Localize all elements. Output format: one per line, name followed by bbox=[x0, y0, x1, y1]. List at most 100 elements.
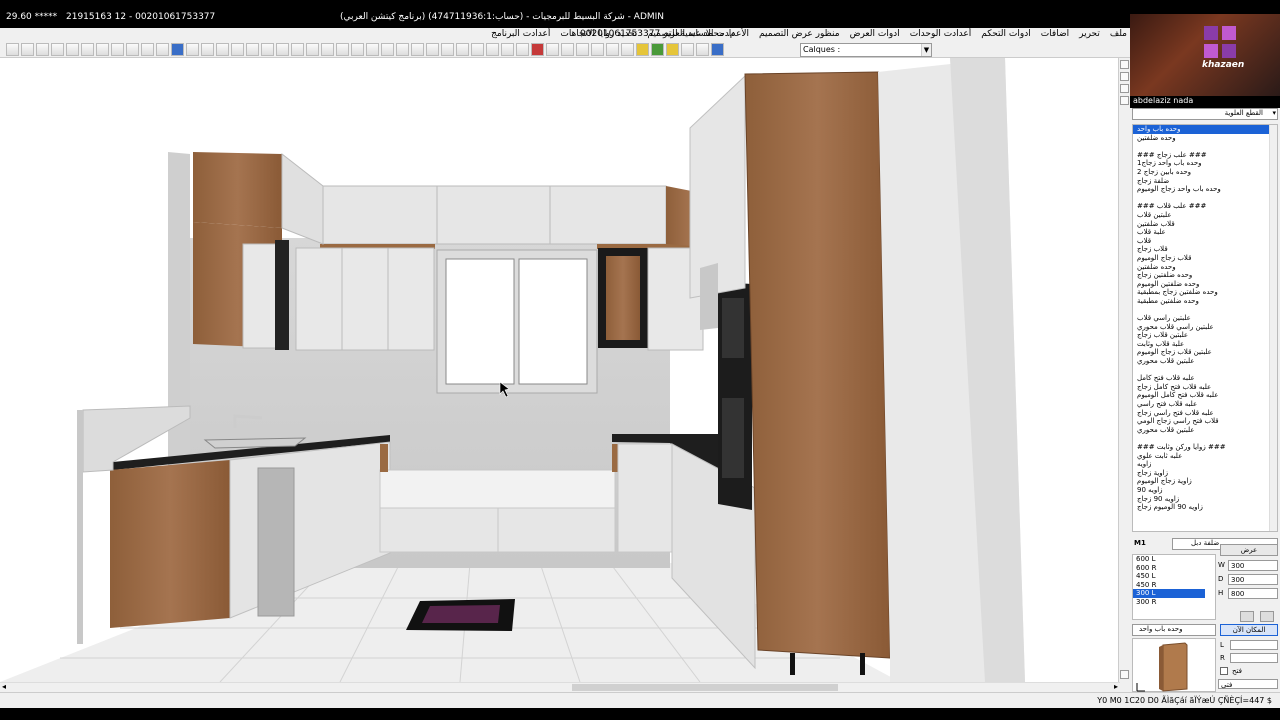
settings-icon[interactable] bbox=[696, 43, 709, 56]
catalog-item[interactable]: زاويه 90 زجاج bbox=[1133, 495, 1277, 504]
catalog-item[interactable]: علبتين قلاب محوري bbox=[1133, 426, 1277, 435]
catalog-item[interactable]: وحده ضلفتين زجاج بمطبقية bbox=[1133, 288, 1277, 297]
catalog-item[interactable]: علبه قلاب فتح راسي bbox=[1133, 400, 1277, 409]
view-2-icon[interactable] bbox=[396, 43, 409, 56]
catalog-item[interactable]: وحده باب واحد bbox=[1133, 125, 1277, 134]
options-button[interactable] bbox=[1260, 611, 1274, 622]
move-icon[interactable] bbox=[141, 43, 154, 56]
paint-icon[interactable] bbox=[651, 43, 664, 56]
calques-select[interactable]: Calques : ▼ bbox=[800, 43, 932, 57]
menu-item[interactable]: ادوات العرض bbox=[845, 28, 905, 42]
help-icon[interactable] bbox=[711, 43, 724, 56]
vertical-scrollbar[interactable] bbox=[1118, 58, 1130, 682]
view-icon[interactable] bbox=[381, 43, 394, 56]
width-input[interactable]: 300 bbox=[1228, 560, 1278, 571]
measure-icon[interactable] bbox=[156, 43, 169, 56]
lamp-icon[interactable] bbox=[621, 43, 634, 56]
redo-icon[interactable] bbox=[126, 43, 139, 56]
menu-item[interactable]: تحرير bbox=[1074, 28, 1105, 42]
zoom-window-icon[interactable] bbox=[276, 43, 289, 56]
size-item[interactable]: 450 R bbox=[1133, 581, 1215, 590]
catalog-item[interactable]: علبتين قلاب زجاج bbox=[1133, 331, 1277, 340]
size-item[interactable]: 600 L bbox=[1133, 555, 1215, 564]
catalog-item[interactable]: علبه ثابت علوي bbox=[1133, 452, 1277, 461]
pan-icon[interactable] bbox=[186, 43, 199, 56]
depth-input[interactable]: 300 bbox=[1228, 574, 1278, 585]
save-icon[interactable] bbox=[36, 43, 49, 56]
zoom-out-icon[interactable] bbox=[246, 43, 259, 56]
layer-icon[interactable] bbox=[366, 43, 379, 56]
tool-button[interactable] bbox=[1120, 96, 1129, 105]
catalog-item[interactable]: ضلفة زجاج bbox=[1133, 177, 1277, 186]
move-2-icon[interactable] bbox=[591, 43, 604, 56]
menu-item[interactable]: ملف bbox=[1105, 28, 1132, 42]
grid-icon[interactable] bbox=[321, 43, 334, 56]
catalog-item[interactable]: علبتين قلاب زجاج الوميوم bbox=[1133, 348, 1277, 357]
tool-icon[interactable] bbox=[486, 43, 499, 56]
cube-icon[interactable] bbox=[351, 43, 364, 56]
category-select[interactable]: القطع العلوية ▾ bbox=[1132, 108, 1278, 120]
catalog-item[interactable]: زاوية زجاج bbox=[1133, 469, 1277, 478]
play-icon[interactable] bbox=[441, 43, 454, 56]
catalog-item[interactable]: زاوية زجاج الوميوم bbox=[1133, 477, 1277, 486]
catalog-item[interactable]: قلاب فتح راسي زجاج الومي bbox=[1133, 417, 1277, 426]
copy-icon[interactable] bbox=[81, 43, 94, 56]
box-icon[interactable] bbox=[336, 43, 349, 56]
catalog-item[interactable]: علبتين راسي قلاب bbox=[1133, 314, 1277, 323]
catalog-item[interactable]: قلاب bbox=[1133, 237, 1277, 246]
open-icon[interactable] bbox=[21, 43, 34, 56]
select-icon[interactable] bbox=[216, 43, 229, 56]
catalog-item[interactable]: زاويه bbox=[1133, 460, 1277, 469]
zoom-in-icon[interactable] bbox=[231, 43, 244, 56]
wall-icon[interactable] bbox=[306, 43, 319, 56]
tool-3-icon[interactable] bbox=[516, 43, 529, 56]
door-icon[interactable] bbox=[546, 43, 559, 56]
bottom-select[interactable]: فتى bbox=[1218, 679, 1278, 689]
catalog-item[interactable]: علبه قلاب فتح كامل زجاج bbox=[1133, 383, 1277, 392]
zoom-fit-icon[interactable] bbox=[261, 43, 274, 56]
sun-icon[interactable] bbox=[636, 43, 649, 56]
catalog-item[interactable]: وحده ضلفتين الوميوم bbox=[1133, 280, 1277, 289]
window-icon[interactable] bbox=[561, 43, 574, 56]
undo-icon[interactable] bbox=[111, 43, 124, 56]
tool-2-icon[interactable] bbox=[501, 43, 514, 56]
refresh-button[interactable] bbox=[1240, 611, 1254, 622]
size-item[interactable]: 300 R bbox=[1133, 598, 1215, 607]
place-now-button[interactable]: المكان الآن bbox=[1220, 624, 1278, 636]
catalog-item[interactable]: وحده باب واحد زجاج1 bbox=[1133, 159, 1277, 168]
catalog-item[interactable]: علبه قلاب فتح كامل bbox=[1133, 374, 1277, 383]
catalog-item[interactable]: وحده ضلفتين bbox=[1133, 134, 1277, 143]
catalog-list[interactable]: وحده باب واحد وحده ضلفتين ### علب زجاج ###… bbox=[1132, 124, 1278, 532]
export-icon[interactable] bbox=[681, 43, 694, 56]
info-icon[interactable] bbox=[171, 43, 184, 56]
tool-button[interactable] bbox=[1120, 72, 1129, 81]
paste-icon[interactable] bbox=[96, 43, 109, 56]
delete-icon[interactable] bbox=[531, 43, 544, 56]
catalog-item[interactable]: علبه قلاب فتح راسي زجاج bbox=[1133, 409, 1277, 418]
catalog-item[interactable]: وحده بابين زجاج 2 bbox=[1133, 168, 1277, 177]
catalog-item[interactable]: قلاب زجاج الوميوم bbox=[1133, 254, 1277, 263]
catalog-item[interactable]: علبتين راسي قلاب محوري bbox=[1133, 323, 1277, 332]
light-icon[interactable] bbox=[576, 43, 589, 56]
left-input[interactable] bbox=[1230, 640, 1278, 650]
3d-viewport[interactable] bbox=[0, 58, 1118, 682]
open-checkbox[interactable] bbox=[1220, 667, 1228, 675]
catalog-item[interactable]: ### علب زجاج ### bbox=[1133, 151, 1277, 160]
rotate-icon[interactable] bbox=[201, 43, 214, 56]
size-item[interactable]: 600 R bbox=[1133, 564, 1215, 573]
scroll-left-icon[interactable]: ◂ bbox=[2, 682, 6, 691]
scroll-right-icon[interactable]: ▸ bbox=[1114, 682, 1118, 691]
catalog-item[interactable]: ### زوايا وركن وثابت ### bbox=[1133, 443, 1277, 452]
size-item[interactable]: 300 L bbox=[1133, 589, 1205, 598]
refresh-icon[interactable] bbox=[471, 43, 484, 56]
catalog-item[interactable]: وحده باب واحد زجاج الوميوم bbox=[1133, 185, 1277, 194]
catalog-item[interactable]: قلاب زجاج bbox=[1133, 245, 1277, 254]
scroll-thumb[interactable] bbox=[572, 684, 838, 691]
close-icon[interactable] bbox=[606, 43, 619, 56]
list-scrollbar[interactable] bbox=[1269, 125, 1277, 531]
eye-icon[interactable] bbox=[456, 43, 469, 56]
width-header[interactable]: عرض bbox=[1220, 544, 1278, 556]
catalog-item[interactable]: زاويه 90 bbox=[1133, 486, 1277, 495]
cut-icon[interactable] bbox=[66, 43, 79, 56]
menu-item[interactable]: أعدادت البرنامج bbox=[486, 28, 555, 42]
